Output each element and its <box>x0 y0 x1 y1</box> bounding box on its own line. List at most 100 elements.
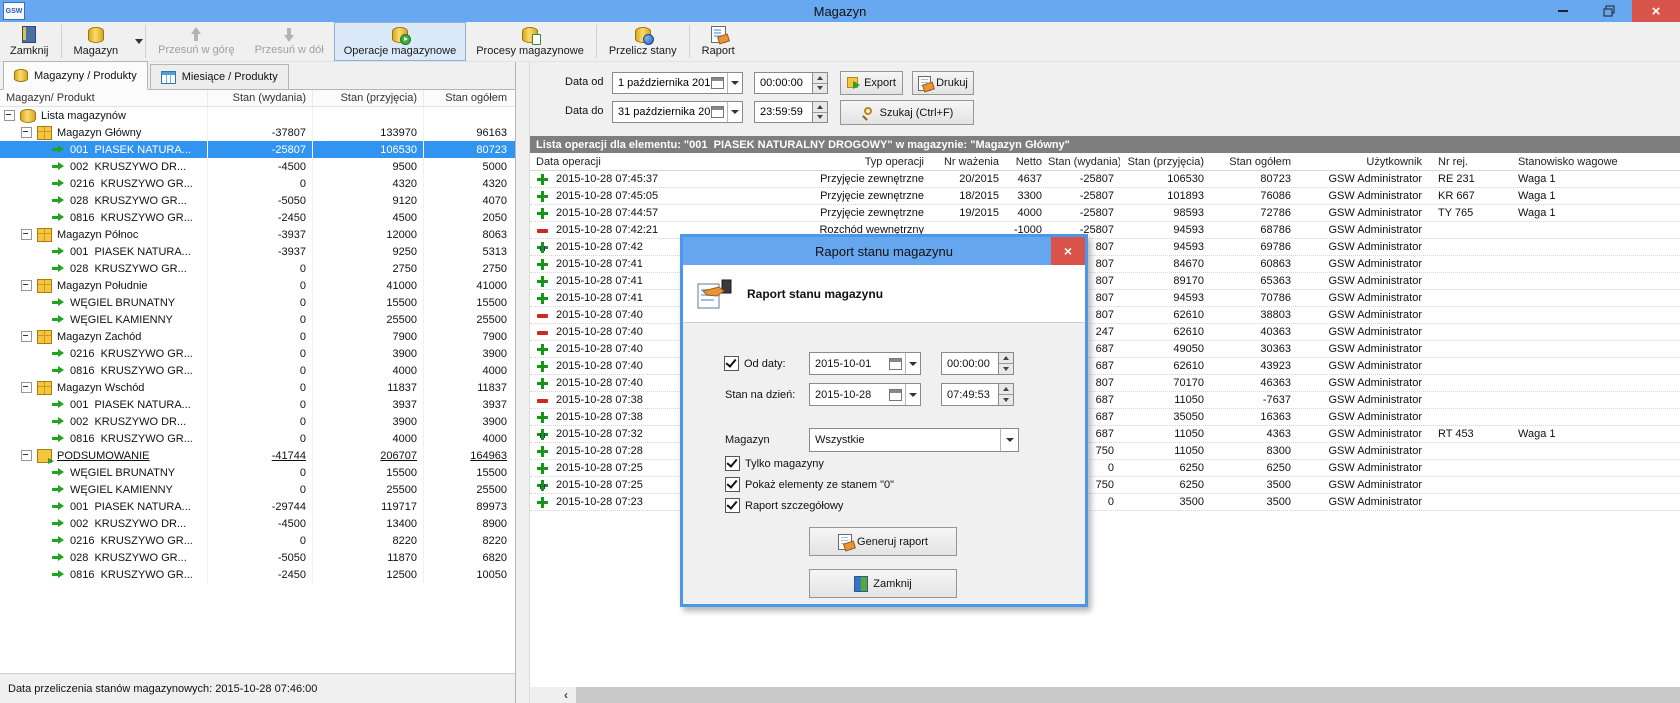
scroll-left-button[interactable]: ‹ <box>530 687 576 703</box>
dialog-close-button[interactable]: × <box>1051 237 1085 265</box>
tree-row[interactable]: Magazyn Południe04100041000 <box>0 277 515 294</box>
spinner-buttons[interactable] <box>998 353 1013 374</box>
tree-row[interactable]: 028 KRUSZYWO GR...-505091204070 <box>0 192 515 209</box>
time-from-spinner[interactable]: 00:00:00 <box>754 72 828 94</box>
report-time-from-spinner[interactable]: 00:00:00 <box>941 352 1014 375</box>
column-header-stan-przyjecia[interactable]: Stan (przyjęcia) <box>1120 156 1210 168</box>
panel-splitter[interactable] <box>516 62 530 703</box>
operation-row[interactable]: 2015-10-28 07:44:57Przyjęcie zewnętrzne1… <box>530 205 1680 222</box>
raport-szczegolowy-checkbox[interactable] <box>725 498 740 513</box>
tree-row[interactable]: 028 KRUSZYWO GR...027502750 <box>0 260 515 277</box>
tree-row[interactable]: 0816 KRUSZYWO GR...040004000 <box>0 430 515 447</box>
report-time-to-spinner[interactable]: 07:49:53 <box>941 383 1014 406</box>
tree-row[interactable]: WĘGIEL BRUNATNY01550015500 <box>0 464 515 481</box>
expand-toggle-icon[interactable] <box>21 331 32 342</box>
dialog-zamknij-button[interactable]: Zamknij <box>809 569 957 598</box>
close-button[interactable]: × <box>1632 0 1680 22</box>
operation-row[interactable]: 2015-10-28 07:45:37Przyjęcie zewnętrzne2… <box>530 171 1680 188</box>
tree-row[interactable]: 002 KRUSZYWO DR...039003900 <box>0 413 515 430</box>
od-daty-checkbox[interactable] <box>724 356 739 371</box>
tree-row-label: 0816 KRUSZYWO GR... <box>70 212 193 224</box>
tree-row[interactable]: 002 KRUSZYWO DR...-450095005000 <box>0 158 515 175</box>
tree-row[interactable]: 001 PIASEK NATURA...-393792505313 <box>0 243 515 260</box>
restore-button[interactable] <box>1586 0 1632 22</box>
chevron-down-icon[interactable] <box>727 102 742 122</box>
expand-toggle-icon[interactable] <box>21 280 32 291</box>
tree-row[interactable]: 001 PIASEK NATURA...-2580710653080723 <box>0 141 515 158</box>
column-header-stanowisko[interactable]: Stanowisko wagowe <box>1510 156 1680 168</box>
tree-row[interactable]: WĘGIEL KAMIENNY02550025500 <box>0 311 515 328</box>
tree-row[interactable]: 0816 KRUSZYWO GR...-245045002050 <box>0 209 515 226</box>
pokaz-elementy-checkbox[interactable] <box>725 477 740 492</box>
date-from-picker[interactable]: 1 października 2015 <box>612 72 743 94</box>
horizontal-scrollbar[interactable]: ‹ <box>530 687 1680 703</box>
column-header-stan-ogolem[interactable]: Stan ogółem <box>1210 156 1297 168</box>
generate-report-button[interactable]: Generuj raport <box>809 527 957 556</box>
toolbar-zamknij-button[interactable]: Zamknij <box>0 22 59 61</box>
column-header-stan-ogolem[interactable]: Stan ogółem <box>424 90 513 106</box>
warehouse-select[interactable]: Wszystkie <box>809 428 1019 452</box>
tree-row[interactable]: WĘGIEL BRUNATNY01550015500 <box>0 294 515 311</box>
chevron-down-icon[interactable] <box>135 39 143 44</box>
tree-row[interactable]: 0216 KRUSZYWO GR...039003900 <box>0 345 515 362</box>
column-header-stan-wydania[interactable]: Stan (wydania) <box>208 90 313 106</box>
tab-magazyny-produkty[interactable]: Magazyny / Produkty <box>3 61 148 90</box>
toolbar-przelicz-button[interactable]: Przelicz stany <box>599 22 687 61</box>
print-button[interactable]: Drukuj <box>912 71 974 95</box>
tree-row[interactable]: 0816 KRUSZYWO GR...-24501250010050 <box>0 566 515 583</box>
tree-row[interactable]: Lista magazynów <box>0 107 515 124</box>
tree-row[interactable]: Magazyn Zachód079007900 <box>0 328 515 345</box>
column-header-stan-przyjecia[interactable]: Stan (przyjęcia) <box>313 90 424 106</box>
chevron-down-icon[interactable] <box>905 353 920 374</box>
column-header-uzytkownik[interactable]: Użytkownik <box>1297 156 1428 168</box>
chevron-down-icon[interactable] <box>1000 429 1018 451</box>
chevron-down-icon[interactable] <box>905 384 920 405</box>
toolbar-move-up-button[interactable]: Przesuń w górę <box>148 22 244 61</box>
expand-toggle-icon[interactable] <box>21 450 32 461</box>
export-button[interactable]: Export <box>840 71 903 95</box>
report-date-to-picker[interactable]: 2015-10-28 <box>809 383 921 406</box>
expand-toggle-icon[interactable] <box>21 229 32 240</box>
expand-toggle-icon[interactable] <box>4 110 15 121</box>
tree-row[interactable]: 002 KRUSZYWO DR...-4500134008900 <box>0 515 515 532</box>
tree-row[interactable]: 028 KRUSZYWO GR...-5050118706820 <box>0 549 515 566</box>
tree-row[interactable]: PODSUMOWANIE-41744206707164963 <box>0 447 515 464</box>
spinner-buttons[interactable] <box>998 384 1013 405</box>
minimize-button[interactable] <box>1540 0 1586 22</box>
column-header-magazyn-produkt[interactable]: Magazyn/ Produkt <box>0 90 208 106</box>
tree-row[interactable]: 0216 KRUSZYWO GR...043204320 <box>0 175 515 192</box>
date-to-picker[interactable]: 31 października 2015 <box>612 101 743 123</box>
tree-row[interactable]: Magazyn Północ-3937120008063 <box>0 226 515 243</box>
tree-row[interactable]: 001 PIASEK NATURA...-2974411971789973 <box>0 498 515 515</box>
toolbar-move-down-button[interactable]: Przesuń w dół <box>245 22 334 61</box>
toolbar-operacje-button[interactable]: Operacje magazynowe <box>334 22 467 61</box>
tree-row[interactable]: WĘGIEL KAMIENNY02550025500 <box>0 481 515 498</box>
report-date-from-picker[interactable]: 2015-10-01 <box>809 352 921 375</box>
toolbar-procesy-button[interactable]: Procesy magazynowe <box>466 22 594 61</box>
tree-row-label: Lista magazynów <box>41 110 126 122</box>
tab-miesiace-produkty[interactable]: Miesiące / Produkty <box>150 64 289 89</box>
expand-toggle-icon[interactable] <box>21 127 32 138</box>
tree-row[interactable]: Magazyn Główny-3780713397096163 <box>0 124 515 141</box>
expand-toggle-icon[interactable] <box>21 382 32 393</box>
toolbar-raport-button[interactable]: Raport <box>692 22 745 61</box>
time-to-spinner[interactable]: 23:59:59 <box>754 101 828 123</box>
toolbar-magazyn-button[interactable]: Magazyn <box>64 25 129 59</box>
column-header-stan-wydania[interactable]: Stan (wydania) <box>1048 156 1120 168</box>
column-header-data-operacji[interactable]: Data operacji <box>530 156 800 168</box>
column-header-nr-rej[interactable]: Nr rej. <box>1428 156 1510 168</box>
column-header-netto[interactable]: Netto <box>1005 156 1048 168</box>
chevron-down-icon[interactable] <box>727 73 742 93</box>
tree-row[interactable]: 0816 KRUSZYWO GR...040004000 <box>0 362 515 379</box>
tree-row[interactable]: 0216 KRUSZYWO GR...082208220 <box>0 532 515 549</box>
tree-row[interactable]: 001 PIASEK NATURA...039373937 <box>0 396 515 413</box>
search-button[interactable]: Szukaj (Ctrl+F) <box>840 100 974 125</box>
spinner-buttons[interactable] <box>812 102 827 122</box>
tree-row[interactable]: Magazyn Wschód01183711837 <box>0 379 515 396</box>
tylko-magazyny-checkbox[interactable] <box>725 456 740 471</box>
column-header-typ-operacji[interactable]: Typ operacji <box>800 156 930 168</box>
operation-row[interactable]: 2015-10-28 07:45:05Przyjęcie zewnętrzne1… <box>530 188 1680 205</box>
spinner-buttons[interactable] <box>812 73 827 93</box>
scrollbar-track[interactable] <box>576 687 1680 703</box>
column-header-nr-wazenia[interactable]: Nr ważenia <box>930 156 1005 168</box>
